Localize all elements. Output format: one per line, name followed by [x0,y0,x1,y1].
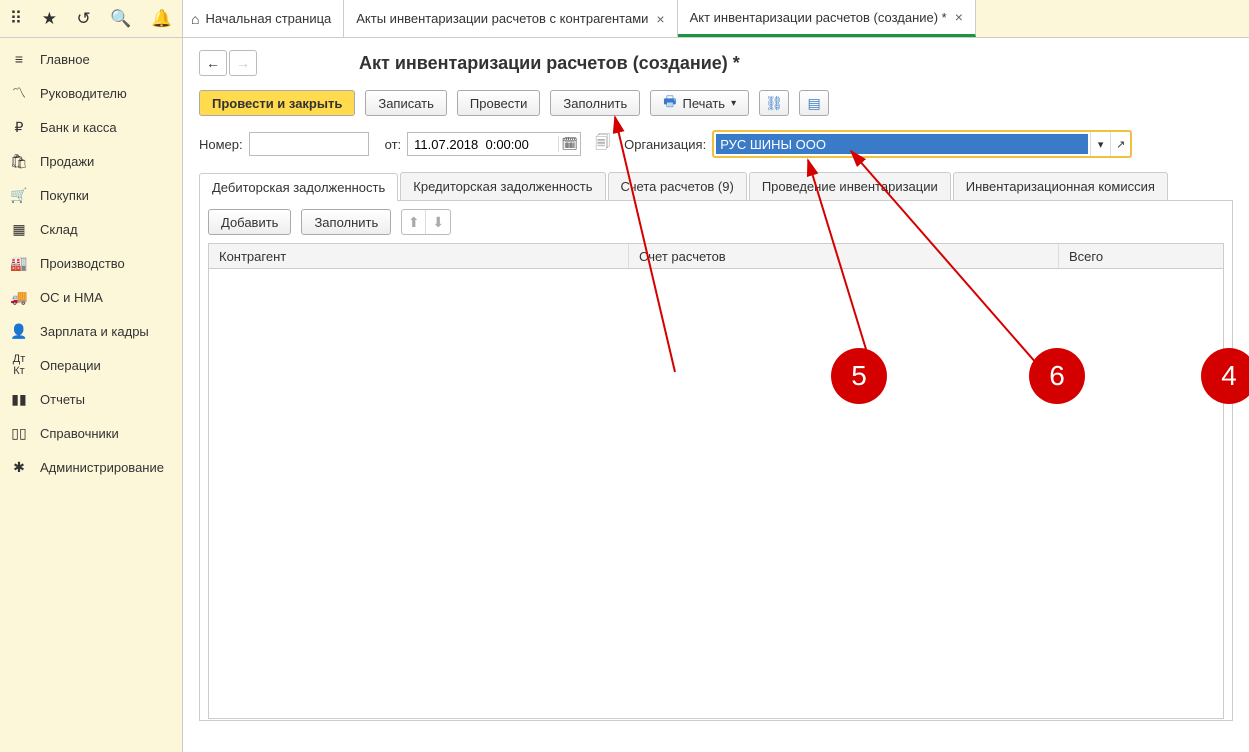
truck-icon: 🚚 [8,289,30,306]
sidebar-item-label: Производство [40,256,125,271]
person-icon: 👤 [8,323,30,340]
move-down-button[interactable]: ⬇ [426,210,450,234]
annotation-6: 6 [1029,348,1085,404]
forward-button[interactable]: → [229,50,257,76]
dropdown-icon[interactable]: ▾ [1090,132,1110,156]
sidebar-item-label: Администрирование [40,460,164,475]
sidebar-item-manager[interactable]: 〽 Руководителю [0,76,182,110]
calendar-icon[interactable]: 🗓 [558,136,580,152]
boxes-icon: ▦ [8,221,30,238]
org-input[interactable]: РУС ШИНЫ ООО [716,134,1088,154]
bars-icon: ▮▮ [8,391,30,408]
chart-icon: 〽 [8,83,30,103]
print-icon: 🖶 [663,91,676,115]
cart-icon: 🛒 [8,187,30,204]
clip-icon[interactable]: 🗐 [595,132,610,157]
link-button[interactable]: ⛓ [759,90,789,116]
sidebar-item-salary[interactable]: 👤 Зарплата и кадры [0,314,182,348]
bell-icon[interactable]: 🔔 [151,9,172,29]
move-up-button[interactable]: ⬆ [402,210,426,234]
tab-act-create[interactable]: Акт инвентаризации расчетов (создание) *… [678,0,976,37]
sidebar-item-label: Продажи [40,154,94,169]
annotation-5: 5 [831,348,887,404]
sidebar-item-sales[interactable]: 🛍 Продажи [0,144,182,178]
tab-home-label: Начальная страница [205,11,331,26]
col-account: Счет расчетов [629,244,1059,268]
page-title: Акт инвентаризации расчетов (создание) * [359,53,740,74]
open-icon[interactable]: ↗ [1110,132,1130,156]
org-label: Организация: [624,137,706,152]
sidebar-item-label: ОС и НМА [40,290,103,305]
sidebar-item-label: Справочники [40,426,119,441]
subtab-debit[interactable]: Дебиторская задолженность [199,173,398,201]
fill-table-button[interactable]: Заполнить [301,209,391,235]
books-icon: ▯▯ [8,425,30,442]
col-contragent: Контрагент [209,244,629,268]
post-button[interactable]: Провести [457,90,541,116]
sidebar-item-production[interactable]: 🏭 Производство [0,246,182,280]
ruble-icon: ₽ [8,119,30,136]
caret-down-icon: ▾ [731,98,736,109]
factory-icon: 🏭 [8,255,30,272]
sidebar-item-label: Руководителю [40,86,127,101]
sidebar-item-label: Главное [40,52,90,67]
close-icon[interactable]: × [955,9,963,25]
sidebar-item-main[interactable]: ≡ Главное [0,42,182,76]
sidebar-item-warehouse[interactable]: ▦ Склад [0,212,182,246]
back-button[interactable]: ← [199,50,227,76]
history-icon[interactable]: ↺ [77,9,91,29]
dtkt-icon: ДтКт [8,353,30,377]
sidebar-item-bank[interactable]: ₽ Банк и касса [0,110,182,144]
write-button[interactable]: Записать [365,90,447,116]
subtab-accounts[interactable]: Счета расчетов (9) [608,172,747,200]
sidebar-item-operations[interactable]: ДтКт Операции [0,348,182,382]
print-button[interactable]: 🖶Печать▾ [650,90,749,116]
date-input[interactable] [408,133,558,155]
tab-home[interactable]: ⌂ Начальная страница [183,0,344,37]
sidebar-item-admin[interactable]: ✱ Администрирование [0,450,182,484]
search-icon[interactable]: 🔍 [110,9,131,29]
close-icon[interactable]: × [656,11,664,27]
col-total: Всего [1059,244,1223,268]
subtab-credit[interactable]: Кредиторская задолженность [400,172,605,200]
tab-act-create-label: Акт инвентаризации расчетов (создание) * [690,10,947,25]
table-body[interactable] [208,269,1224,719]
home-icon: ⌂ [191,11,199,27]
sidebar-item-label: Отчеты [40,392,85,407]
list-button[interactable]: ▤ [799,90,829,116]
add-button[interactable]: Добавить [208,209,291,235]
sidebar-item-label: Зарплата и кадры [40,324,149,339]
subtab-inventory[interactable]: Проведение инвентаризации [749,172,951,200]
sidebar-item-label: Операции [40,358,101,373]
bag-icon: 🛍 [8,153,30,170]
tab-acts-list-label: Акты инвентаризации расчетов с контраген… [356,11,648,26]
gear-icon: ✱ [8,459,30,476]
fill-button[interactable]: Заполнить [550,90,640,116]
sidebar-item-purchases[interactable]: 🛒 Покупки [0,178,182,212]
sidebar-item-reports[interactable]: ▮▮ Отчеты [0,382,182,416]
sidebar-item-label: Покупки [40,188,89,203]
post-close-button[interactable]: Провести и закрыть [199,90,355,116]
tab-acts-list[interactable]: Акты инвентаризации расчетов с контраген… [344,0,677,37]
annotation-4: 4 [1201,348,1249,404]
from-label: от: [385,137,402,152]
sidebar-item-os[interactable]: 🚚 ОС и НМА [0,280,182,314]
sidebar-item-label: Банк и касса [40,120,117,135]
subtab-commission[interactable]: Инвентаризационная комиссия [953,172,1168,200]
sidebar-item-refs[interactable]: ▯▯ Справочники [0,416,182,450]
number-input[interactable] [249,132,369,156]
star-icon[interactable]: ★ [42,9,57,29]
menu-icon: ≡ [8,51,30,67]
number-label: Номер: [199,137,243,152]
sidebar-item-label: Склад [40,222,78,237]
apps-icon[interactable]: ⠿ [10,9,22,29]
